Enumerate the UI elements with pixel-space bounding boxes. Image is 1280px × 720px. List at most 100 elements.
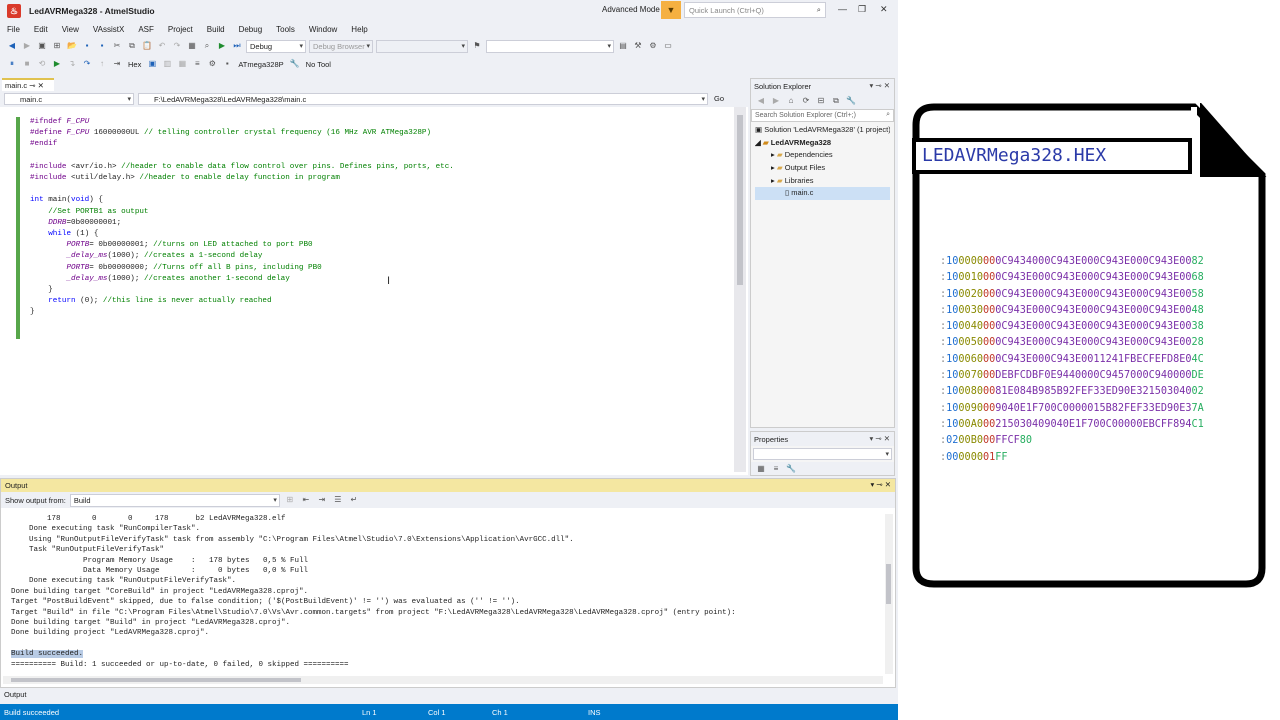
- code-line[interactable]: #endif: [30, 139, 454, 150]
- cut-icon[interactable]: ✂: [111, 40, 123, 52]
- menu-item-project[interactable]: Project: [161, 25, 200, 34]
- continue-icon[interactable]: ▶: [51, 58, 63, 70]
- source-code[interactable]: #ifndef F_CPU #define F_CPU 16000000UL //…: [30, 117, 454, 319]
- code-line[interactable]: #include <util/delay.h> //header to enab…: [30, 173, 454, 184]
- terminal-icon[interactable]: ▭: [662, 40, 674, 52]
- code-editor[interactable]: #ifndef F_CPU #define F_CPU 16000000UL //…: [0, 107, 748, 475]
- output-vertical-scrollbar[interactable]: [885, 514, 893, 674]
- menu-item-build[interactable]: Build: [200, 25, 232, 34]
- code-line[interactable]: _delay_ms(1000); //creates a 1-second de…: [30, 251, 454, 262]
- home-icon[interactable]: ⌂: [785, 95, 797, 107]
- configuration-dropdown[interactable]: Debug: [246, 39, 306, 53]
- back-icon[interactable]: ◀: [6, 40, 18, 52]
- save-icon[interactable]: ▪: [81, 40, 93, 52]
- pane-controls-icon[interactable]: ▾ ⊸ ✕: [869, 434, 890, 443]
- step-out-icon[interactable]: ↑: [96, 58, 108, 70]
- memory-icon[interactable]: ▦: [176, 58, 188, 70]
- show-all-files-icon[interactable]: ⧉: [830, 95, 842, 107]
- pin-icon[interactable]: ⊸: [29, 81, 35, 90]
- output-bottom-tab[interactable]: Output: [0, 688, 898, 702]
- go-button[interactable]: Go: [714, 94, 724, 106]
- comment-icon[interactable]: ≡: [191, 58, 203, 70]
- next-message-icon[interactable]: ⇥: [316, 494, 328, 506]
- step-into-icon[interactable]: ↴: [66, 58, 78, 70]
- tree-item-output-files[interactable]: ▸ ▰ Output Files: [755, 162, 890, 175]
- collapse-all-icon[interactable]: ⊟: [815, 95, 827, 107]
- tree-item-solution[interactable]: ▣ Solution 'LedAVRMega328' (1 project): [755, 124, 890, 137]
- code-line[interactable]: #ifndef F_CPU: [30, 117, 454, 128]
- platform-dropdown[interactable]: [376, 39, 468, 53]
- undo-icon[interactable]: ↶: [156, 40, 168, 52]
- start-without-debugging-icon[interactable]: ⏭: [231, 40, 243, 52]
- menu-item-vassistx[interactable]: VAssistX: [86, 25, 131, 34]
- save-all-icon[interactable]: ▪: [96, 40, 108, 52]
- tools-icon[interactable]: ⚒: [632, 40, 644, 52]
- tree-item-project[interactable]: ◢ ▰ LedAVRMega328: [755, 137, 890, 150]
- pane-controls-icon[interactable]: ▾ ⊸ ✕: [869, 81, 890, 90]
- minimize-button[interactable]: —: [838, 4, 847, 14]
- tool-icon[interactable]: 🔧: [289, 58, 301, 70]
- find-dropdown[interactable]: [486, 39, 614, 53]
- path-dropdown[interactable]: F:\LedAVRMega328\LedAVRMega328\main.c: [138, 93, 708, 105]
- menu-item-asf[interactable]: ASF: [131, 25, 161, 34]
- code-line[interactable]: PORTB= 0b00000000; //Turns off all B pin…: [30, 263, 454, 274]
- close-button[interactable]: ✕: [880, 4, 888, 15]
- advanced-mode-label[interactable]: Advanced Mode: [602, 5, 660, 14]
- settings-icon[interactable]: ⚙: [647, 40, 659, 52]
- tab-main-c[interactable]: main.c ⊸ ✕: [2, 78, 54, 91]
- step-over-icon[interactable]: ↷: [81, 58, 93, 70]
- find-in-files-icon[interactable]: ⚑: [471, 40, 483, 52]
- properties-icon[interactable]: 🔧: [845, 95, 857, 107]
- close-tab-icon[interactable]: ✕: [38, 81, 44, 90]
- editor-vertical-scrollbar[interactable]: [734, 107, 746, 472]
- properties-object-dropdown[interactable]: [753, 448, 892, 460]
- menu-item-file[interactable]: File: [0, 25, 27, 34]
- tool-selector[interactable]: No Tool: [306, 60, 331, 69]
- code-line[interactable]: [30, 184, 454, 195]
- stop-icon[interactable]: ■: [21, 58, 33, 70]
- add-item-icon[interactable]: ⊞: [51, 40, 63, 52]
- code-line[interactable]: //Set PORTB1 as output: [30, 207, 454, 218]
- code-line[interactable]: int main(void) {: [30, 195, 454, 206]
- quick-launch-input[interactable]: Quick Launch (Ctrl+Q) ⌕: [684, 2, 826, 18]
- device-programming-icon[interactable]: ▤: [617, 40, 629, 52]
- clear-all-icon[interactable]: ☰: [332, 494, 344, 506]
- restore-button[interactable]: ❐: [858, 4, 866, 15]
- chip-icon[interactable]: ▪: [221, 58, 233, 70]
- find-message-icon[interactable]: ⊞: [284, 494, 296, 506]
- code-line[interactable]: }: [30, 285, 454, 296]
- device-icon[interactable]: ⚙: [206, 58, 218, 70]
- filter-icon[interactable]: ▼: [661, 1, 681, 19]
- output-horizontal-scrollbar[interactable]: [3, 676, 883, 684]
- property-pages-icon[interactable]: 🔧: [785, 463, 797, 475]
- menu-item-edit[interactable]: Edit: [27, 25, 55, 34]
- code-line[interactable]: PORTB= 0b00000001; //turns on LED attach…: [30, 240, 454, 251]
- run-to-cursor-icon[interactable]: ⇥: [111, 58, 123, 70]
- menu-item-view[interactable]: View: [55, 25, 86, 34]
- code-line[interactable]: DDRB=0b00000001;: [30, 218, 454, 229]
- output-text[interactable]: 178 0 0 178 b2 LedAVRMega328.elf Done ex…: [11, 514, 736, 670]
- word-wrap-icon[interactable]: ↵: [348, 494, 360, 506]
- menu-item-help[interactable]: Help: [344, 25, 374, 34]
- start-debugging-icon[interactable]: ▶: [216, 40, 228, 52]
- menu-item-tools[interactable]: Tools: [269, 25, 302, 34]
- find-icon[interactable]: ⌕: [201, 40, 213, 52]
- tree-item-libraries[interactable]: ▸ ▰ Libraries: [755, 175, 890, 188]
- debug-browser-dropdown[interactable]: Debug Browser: [309, 39, 373, 53]
- categorized-icon[interactable]: ▦: [755, 463, 767, 475]
- new-project-icon[interactable]: ▣: [36, 40, 48, 52]
- break-all-icon[interactable]: ⏸: [6, 58, 18, 70]
- code-line[interactable]: _delay_ms(1000); //creates another 1-sec…: [30, 274, 454, 285]
- registers-icon[interactable]: ▥: [161, 58, 173, 70]
- tree-item-dependencies[interactable]: ▸ ▰ Dependencies: [755, 149, 890, 162]
- sync-icon[interactable]: ⟳: [800, 95, 812, 107]
- redo-icon[interactable]: ↷: [171, 40, 183, 52]
- device-selector[interactable]: ATmega328P: [238, 60, 283, 69]
- copy-icon[interactable]: ⧉: [126, 40, 138, 52]
- menu-item-window[interactable]: Window: [302, 25, 344, 34]
- code-line[interactable]: #include <avr/io.h> //header to enable d…: [30, 162, 454, 173]
- forward-icon[interactable]: ▶: [770, 95, 782, 107]
- back-icon[interactable]: ◀: [755, 95, 767, 107]
- output-source-dropdown[interactable]: Build: [69, 493, 280, 507]
- menu-item-debug[interactable]: Debug: [232, 25, 270, 34]
